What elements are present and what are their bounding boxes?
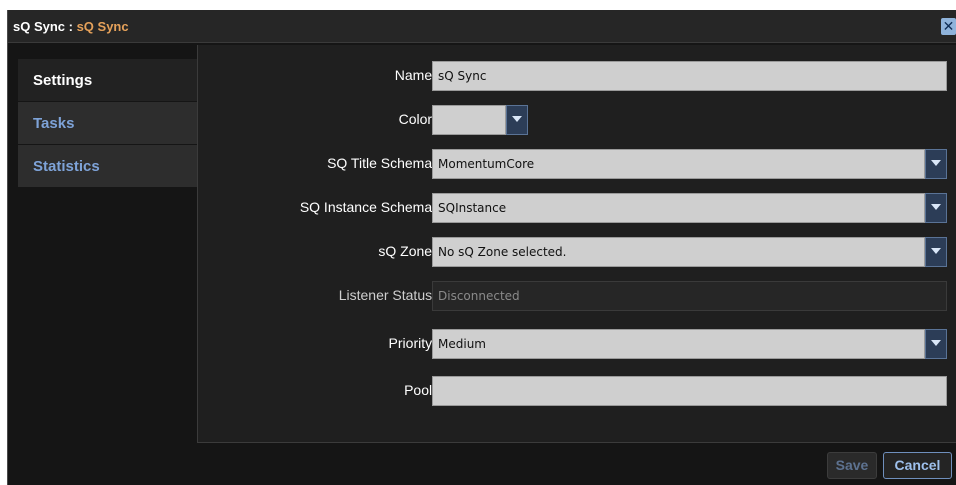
chevron-down-icon[interactable]	[925, 237, 947, 267]
sidebar-item-statistics[interactable]: Statistics	[18, 145, 197, 187]
dialog-title-prefix: sQ Sync :	[13, 19, 77, 34]
chevron-down-icon[interactable]	[925, 193, 947, 223]
priority-select[interactable]: Medium	[432, 329, 925, 359]
instance-schema-label: SQ Instance Schema:	[299, 199, 436, 215]
dialog-footer: Save Cancel	[197, 443, 956, 485]
dialog-titlebar: sQ Sync : sQ Sync ✕	[8, 10, 956, 43]
save-button[interactable]: Save	[827, 452, 877, 479]
priority-label: Priority:	[388, 335, 436, 351]
sidebar-item-settings[interactable]: Settings	[18, 59, 197, 101]
zone-label: sQ Zone:	[378, 243, 436, 259]
chevron-down-icon[interactable]	[925, 329, 947, 359]
zone-row: sQ Zone: No sQ Zone selected.	[198, 237, 956, 267]
pool-row: Pool:	[198, 376, 956, 406]
chevron-down-icon[interactable]	[506, 105, 528, 135]
cancel-button[interactable]: Cancel	[883, 452, 952, 479]
title-schema-select[interactable]: MomentumCore	[432, 149, 925, 179]
instance-schema-row: SQ Instance Schema: SQInstance	[198, 193, 956, 223]
zone-select[interactable]: No sQ Zone selected.	[432, 237, 925, 267]
priority-row: Priority: Medium	[198, 329, 956, 359]
listener-status-label: Listener Status:	[338, 287, 436, 303]
name-label: Name:	[394, 67, 436, 83]
settings-panel: Name: sQ Sync Color: SQ Title Schema: Mo…	[197, 45, 956, 443]
listener-status-field: Disconnected	[432, 281, 947, 311]
listener-status-row: Listener Status: Disconnected	[198, 281, 956, 311]
dialog-title: sQ Sync : sQ Sync	[13, 19, 129, 34]
dialog-title-name: sQ Sync	[76, 19, 129, 34]
color-label: Color:	[398, 111, 436, 127]
color-picker[interactable]	[432, 105, 506, 135]
sq-sync-dialog: sQ Sync : sQ Sync ✕ Settings Tasks Stati…	[7, 10, 956, 485]
sidebar: Settings Tasks Statistics	[18, 59, 197, 188]
close-icon[interactable]: ✕	[941, 18, 956, 35]
chevron-down-icon[interactable]	[925, 149, 947, 179]
pool-field[interactable]	[432, 376, 947, 406]
instance-schema-select[interactable]: SQInstance	[432, 193, 925, 223]
cancel-button-label: Cancel	[894, 457, 941, 473]
title-schema-row: SQ Title Schema: MomentumCore	[198, 149, 956, 179]
title-schema-label: SQ Title Schema:	[327, 155, 436, 171]
name-field[interactable]: sQ Sync	[432, 61, 947, 91]
color-row: Color:	[198, 105, 956, 135]
sidebar-item-tasks[interactable]: Tasks	[18, 102, 197, 144]
name-row: Name: sQ Sync	[198, 61, 956, 91]
